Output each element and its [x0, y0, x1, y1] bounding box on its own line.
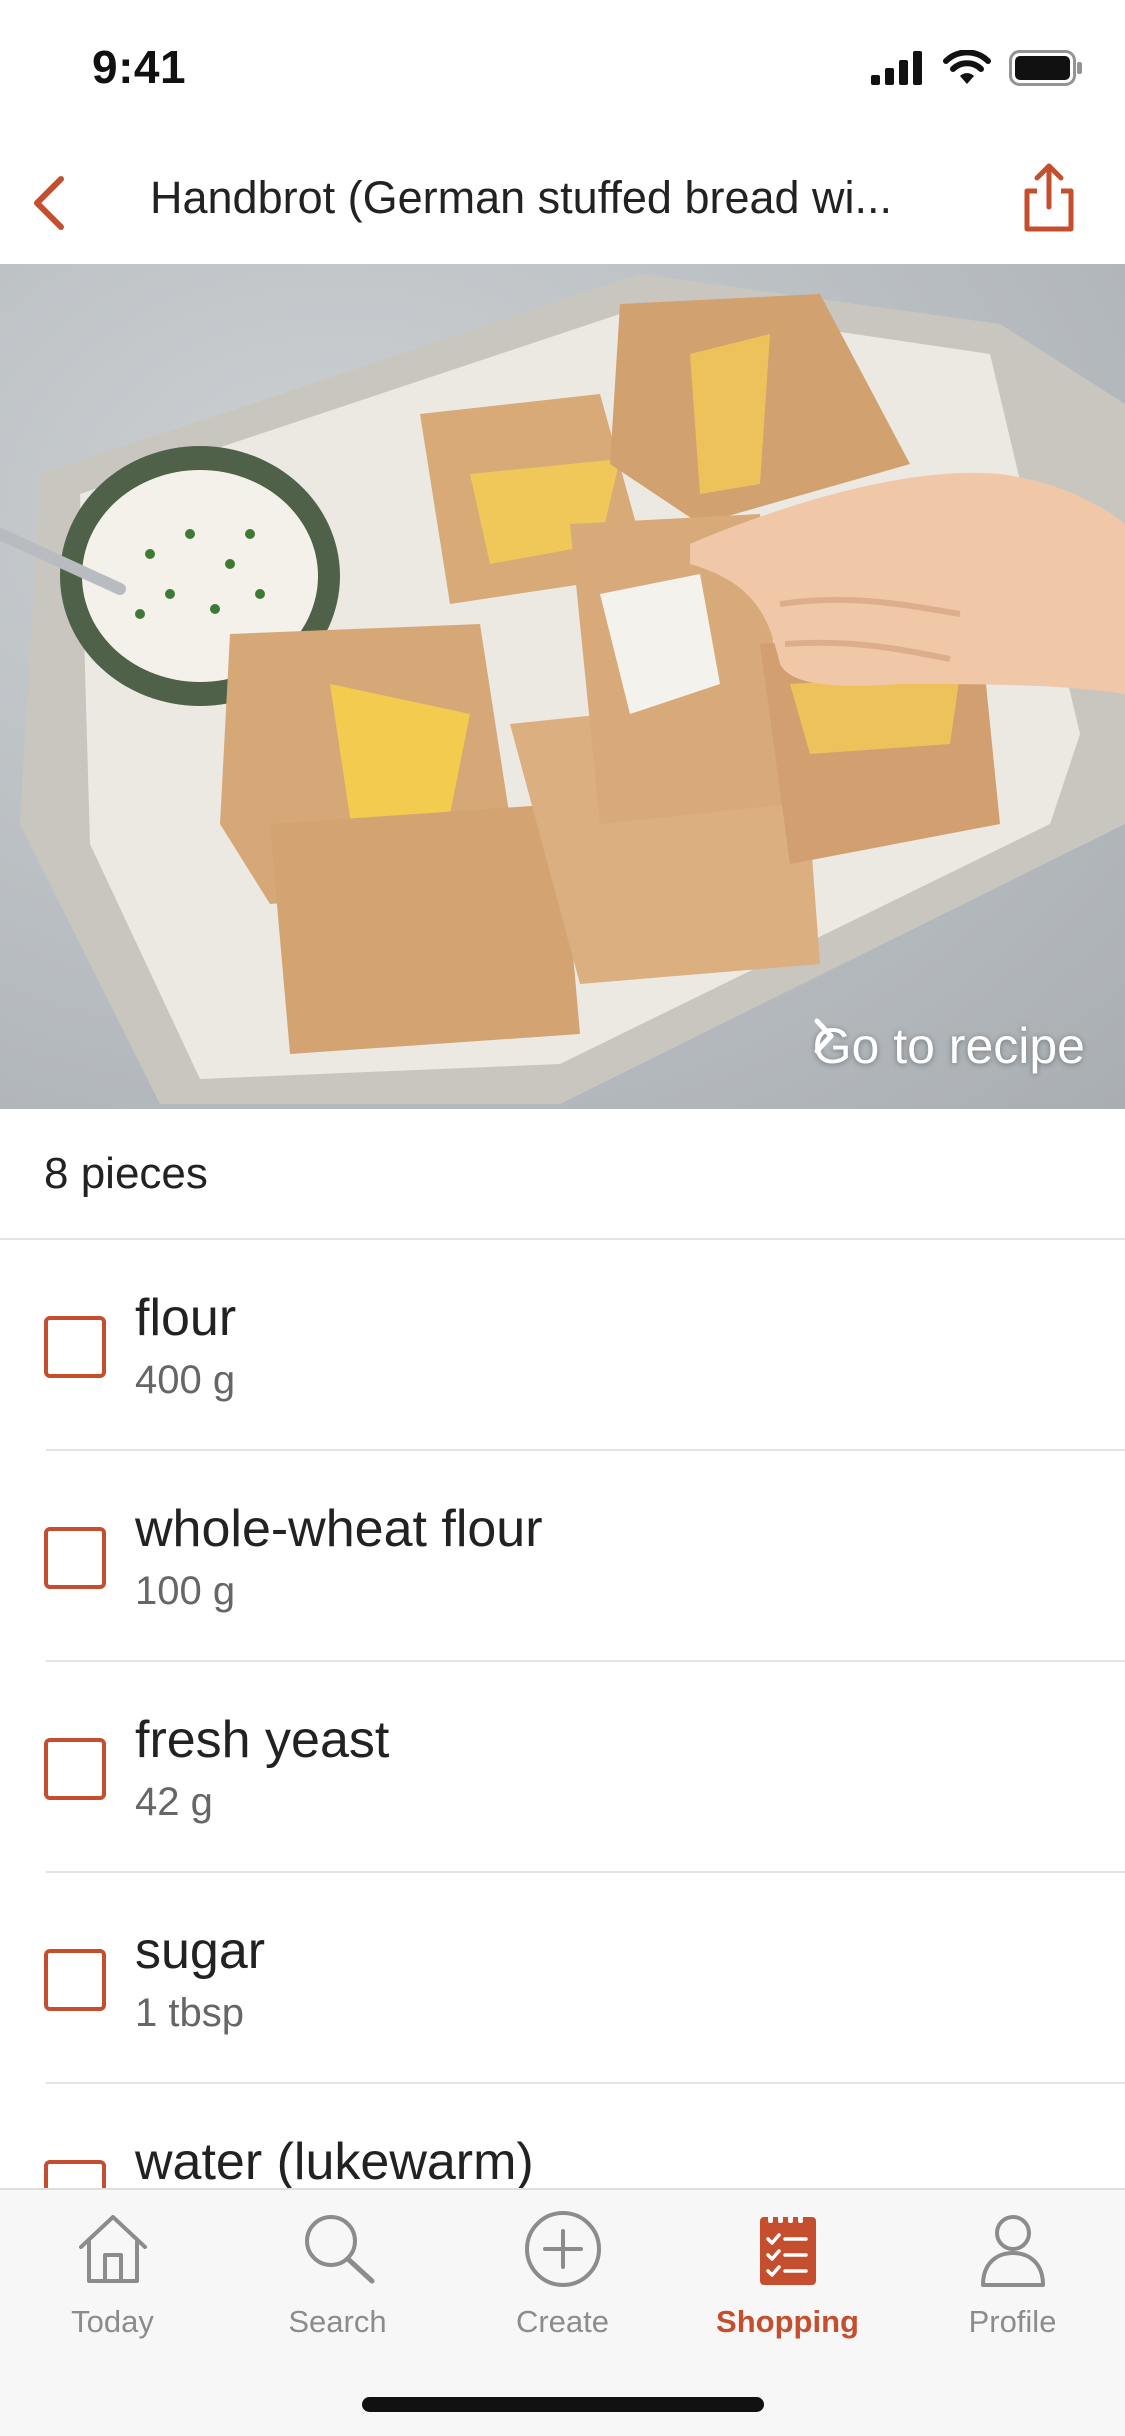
nav-bar: Handbrot (German stuffed bread wi... [0, 132, 1125, 264]
tab-label: Search [288, 2304, 387, 2339]
ingredient-item[interactable]: sugar 1 tbsp [0, 1873, 1125, 2084]
tab-label: Shopping [716, 2304, 859, 2339]
ingredient-item[interactable]: fresh yeast 42 g [0, 1662, 1125, 1873]
ingredient-amount: 400 g [135, 1358, 236, 1402]
ingredient-item[interactable]: flour 400 g [0, 1240, 1125, 1451]
tab-shopping[interactable]: Shopping [675, 2204, 900, 2354]
yield-text: 8 pieces [44, 1149, 208, 1198]
ingredient-list: flour 400 g whole-wheat flour 100 g fres… [0, 1240, 1125, 2188]
ingredient-item[interactable]: water (lukewarm) [0, 2084, 1125, 2188]
chevron-right-icon [814, 1018, 834, 1054]
page-title: Handbrot (German stuffed bread wi... [150, 172, 893, 223]
tab-today[interactable]: Today [0, 2204, 225, 2354]
shopping-list-icon [743, 2204, 833, 2294]
wifi-icon [943, 50, 991, 84]
ingredient-name: whole-wheat flour [135, 1500, 543, 1558]
go-to-recipe-link[interactable]: Go to recipe [813, 1017, 1085, 1075]
ingredient-checkbox[interactable] [44, 1738, 106, 1800]
tab-bar: Today Search Create Shopping Profile [0, 2188, 1125, 2436]
tab-profile[interactable]: Profile [900, 2204, 1125, 2354]
cellular-signal-icon [871, 51, 922, 85]
chevron-left-icon [34, 176, 64, 230]
search-icon [293, 2204, 383, 2294]
status-icons [871, 48, 1083, 88]
ingredient-name: flour [135, 1289, 237, 1347]
tab-label: Profile [968, 2304, 1057, 2339]
ingredient-item[interactable]: whole-wheat flour 100 g [0, 1451, 1125, 1662]
ingredient-checkbox[interactable] [44, 1527, 106, 1589]
recipe-photo [0, 274, 1125, 1104]
ingredient-checkbox[interactable] [44, 1949, 106, 2011]
ingredient-checkbox[interactable] [44, 2160, 106, 2188]
tab-label: Today [71, 2304, 154, 2339]
home-indicator [362, 2397, 764, 2412]
status-bar: 9:41 [0, 0, 1125, 132]
tab-create[interactable]: Create [450, 2204, 675, 2354]
ingredient-amount: 42 g [135, 1780, 213, 1824]
yield-row: 8 pieces [0, 1109, 1125, 1240]
plus-circle-icon [518, 2204, 608, 2294]
tab-search[interactable]: Search [225, 2204, 450, 2354]
ingredient-name: fresh yeast [135, 1711, 390, 1769]
ingredient-name: water (lukewarm) [135, 2133, 534, 2188]
battery-icon [1009, 50, 1082, 86]
home-icon [68, 2204, 158, 2294]
recipe-hero-image[interactable]: Go to recipe [0, 264, 1125, 1109]
back-button[interactable] [14, 168, 84, 238]
share-button[interactable] [1009, 158, 1089, 238]
go-to-recipe-label: Go to recipe [812, 1018, 1085, 1074]
ingredient-checkbox[interactable] [44, 1316, 106, 1378]
ingredient-amount: 1 tbsp [135, 1991, 244, 2035]
share-icon [1024, 163, 1074, 232]
tab-label: Create [515, 2304, 610, 2339]
status-time: 9:41 [92, 41, 187, 93]
ingredient-name: sugar [135, 1922, 266, 1980]
ingredient-amount: 100 g [135, 1569, 236, 1613]
profile-icon [968, 2204, 1058, 2294]
